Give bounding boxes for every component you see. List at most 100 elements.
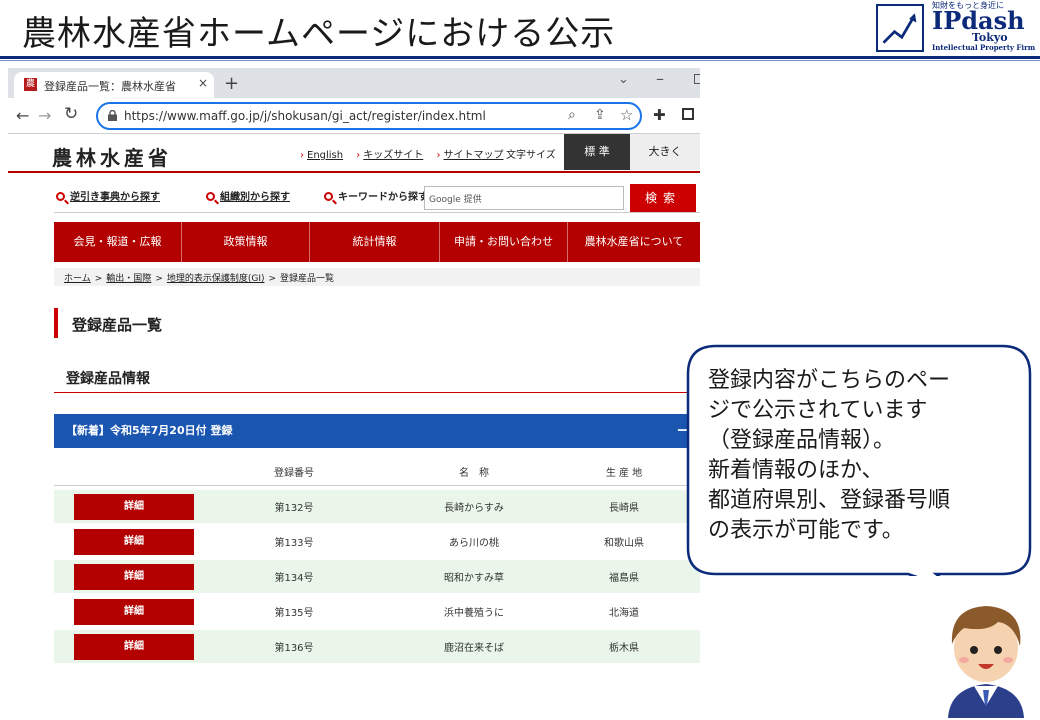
table-row: 詳細 第134号 昭和かすみ草 福島県 [54,560,700,593]
table-header: 登録番号 名 称 生 産 地 [54,454,700,486]
tab-strip: 農 登録産品一覧：農林水産省 × + ⌄ – [8,68,700,98]
site-header-rule [8,171,700,173]
maff-site-logo[interactable]: 農林水産省 [52,142,172,171]
url-text[interactable]: https://www.maff.go.jp/j/shokusan/gi_act… [124,109,486,123]
search-tab-organization[interactable]: 組織別から探す [204,184,290,212]
cell-region: 栃木県 [609,643,639,654]
callout-line: 都道府県別、登録番号順 [708,488,951,513]
gnav-item-about[interactable]: 農林水産省について [568,222,700,262]
cell-name: 鹿沼在来そば [444,643,504,654]
font-size-standard-button[interactable]: 標 準 [564,134,630,170]
zoom-icon[interactable]: ⌕ [568,107,576,123]
search-tab-label: 組織別から探す [220,192,290,203]
browser-window: 農 登録産品一覧：農林水産省 × + ⌄ – ← → ↻ https://www… [8,68,700,668]
section-heading: 登録産品情報 [66,371,150,387]
accordion-header-new[interactable]: 【新着】令和5年7月20日付 登録 － [54,414,700,448]
detail-button[interactable]: 詳細 [74,599,194,625]
gnav-item-press[interactable]: 会見・報道・広報 [54,222,182,262]
font-size-label: 文字サイズ [506,150,556,161]
search-button[interactable]: 検索 [630,184,696,212]
side-panel-icon[interactable] [682,108,694,120]
reload-icon[interactable]: ↻ [64,104,78,124]
cell-number: 第134号 [274,573,314,584]
gnav-item-applications[interactable]: 申請・お問い合わせ [440,222,568,262]
keyword-search-input[interactable]: Google 提供 [424,186,624,210]
detail-button[interactable]: 詳細 [74,494,194,520]
browser-tab[interactable]: 農 登録産品一覧：農林水産省 × [14,72,214,98]
util-link-english[interactable]: English [300,150,343,161]
cell-number: 第132号 [274,503,314,514]
presenter-avatar-icon [948,606,1024,718]
maff-favicon-icon: 農 [24,78,37,91]
table-row: 詳細 第136号 鹿沼在来そば 栃木県 [54,630,700,663]
detail-button[interactable]: 詳細 [74,634,194,660]
bookmark-star-icon[interactable]: ☆ [620,106,633,124]
column-header-number: 登録番号 [274,468,314,479]
table-row: 詳細 第133号 あら川の桃 和歌山県 [54,525,700,558]
logo-firm: Intellectual Property Firm [932,43,1036,52]
cell-name: あら川の桃 [449,538,499,549]
detail-button[interactable]: 詳細 [74,529,194,555]
maximize-icon[interactable] [694,74,700,84]
cell-region: 和歌山県 [604,538,644,549]
callout-line: ジで公示されています [708,398,928,423]
search-icon [324,192,333,201]
ipdash-chart-icon [876,4,924,52]
new-tab-icon[interactable]: + [224,73,239,94]
accordion-title: 【新着】令和5年7月20日付 登録 [66,424,233,437]
cell-name: 長崎からすみ [444,503,504,514]
address-bar[interactable]: https://www.maff.go.jp/j/shokusan/gi_act… [96,102,642,130]
share-icon[interactable]: ⇪ [594,107,606,123]
callout-text: 登録内容がこちらのペー ジで公示されています （登録産品情報）。 新着情報のほか… [708,366,1018,546]
cell-name: 昭和かすみ草 [444,573,504,584]
page-heading-accent [54,308,58,338]
detail-button[interactable]: 詳細 [74,564,194,590]
utility-links: English キッズサイト サイトマップ [300,146,513,161]
tab-close-icon[interactable]: × [198,76,208,90]
cell-region: 長崎県 [609,503,639,514]
search-tab-reverse-dictionary[interactable]: 逆引き事典から探す [54,184,160,212]
column-header-name: 名 称 [459,468,489,479]
column-header-region: 生 産 地 [605,468,643,479]
minimize-icon[interactable]: – [656,69,664,88]
callout-line: 登録内容がこちらのペー [708,368,951,393]
font-size-large-button[interactable]: 大きく [630,134,700,170]
forward-arrow-icon[interactable]: → [38,106,51,125]
breadcrumb-gi[interactable]: 地理的表示保護制度(GI) [167,274,265,284]
breadcrumb-home[interactable]: ホーム [64,274,91,284]
slide-title: 農林水産省ホームページにおける公示 [22,14,616,54]
extensions-puzzle-icon[interactable]: ✚ [653,106,666,124]
cell-region: 福島県 [609,573,639,584]
callout-bubble: 登録内容がこちらのペー ジで公示されています （登録産品情報）。 新着情報のほか… [686,344,1032,576]
search-tabs-rule [54,212,700,213]
global-nav: 会見・報道・広報 政策情報 統計情報 申請・お問い合わせ 農林水産省について [54,222,700,262]
back-arrow-icon[interactable]: ← [16,106,29,125]
gnav-item-statistics[interactable]: 統計情報 [310,222,440,262]
search-icon [206,192,215,201]
search-tab-label: キーワードから探す [338,192,428,203]
callout-line: の表示が可能です。 [708,518,904,543]
gnav-item-policy[interactable]: 政策情報 [182,222,310,262]
lock-icon [108,110,117,121]
cell-number: 第133号 [274,538,314,549]
page-heading: 登録産品一覧 [72,316,163,334]
breadcrumb-export[interactable]: 輸出・国際 [106,274,151,284]
callout-line: 新着情報のほか、 [708,458,884,483]
tab-search-chevron-icon[interactable]: ⌄ [618,72,629,87]
maff-page: 農林水産省 English キッズサイト サイトマップ 文字サイズ 標 準 大き… [8,134,700,668]
table-row: 詳細 第135号 浜中養殖うに 北海道 [54,595,700,628]
breadcrumb-current: 登録産品一覧 [280,274,335,284]
search-icon [56,192,65,201]
tab-title: 登録産品一覧：農林水産省 [44,80,176,93]
search-tab-label: 逆引き事典から探す [70,192,160,203]
cell-number: 第136号 [274,643,314,654]
section-heading-rule [54,392,700,393]
util-link-sitemap[interactable]: サイトマップ [436,150,503,161]
cell-region: 北海道 [609,608,639,619]
title-underline [0,56,1040,59]
table-row: 詳細 第132号 長崎からすみ 長崎県 [54,490,700,523]
util-link-kids[interactable]: キッズサイト [356,150,423,161]
breadcrumb: ホーム > 輸出・国際 > 地理的表示保護制度(GI) > 登録産品一覧 [54,268,700,286]
search-tab-keyword[interactable]: キーワードから探す [322,184,428,212]
callout-line: （登録産品情報）。 [708,428,896,453]
